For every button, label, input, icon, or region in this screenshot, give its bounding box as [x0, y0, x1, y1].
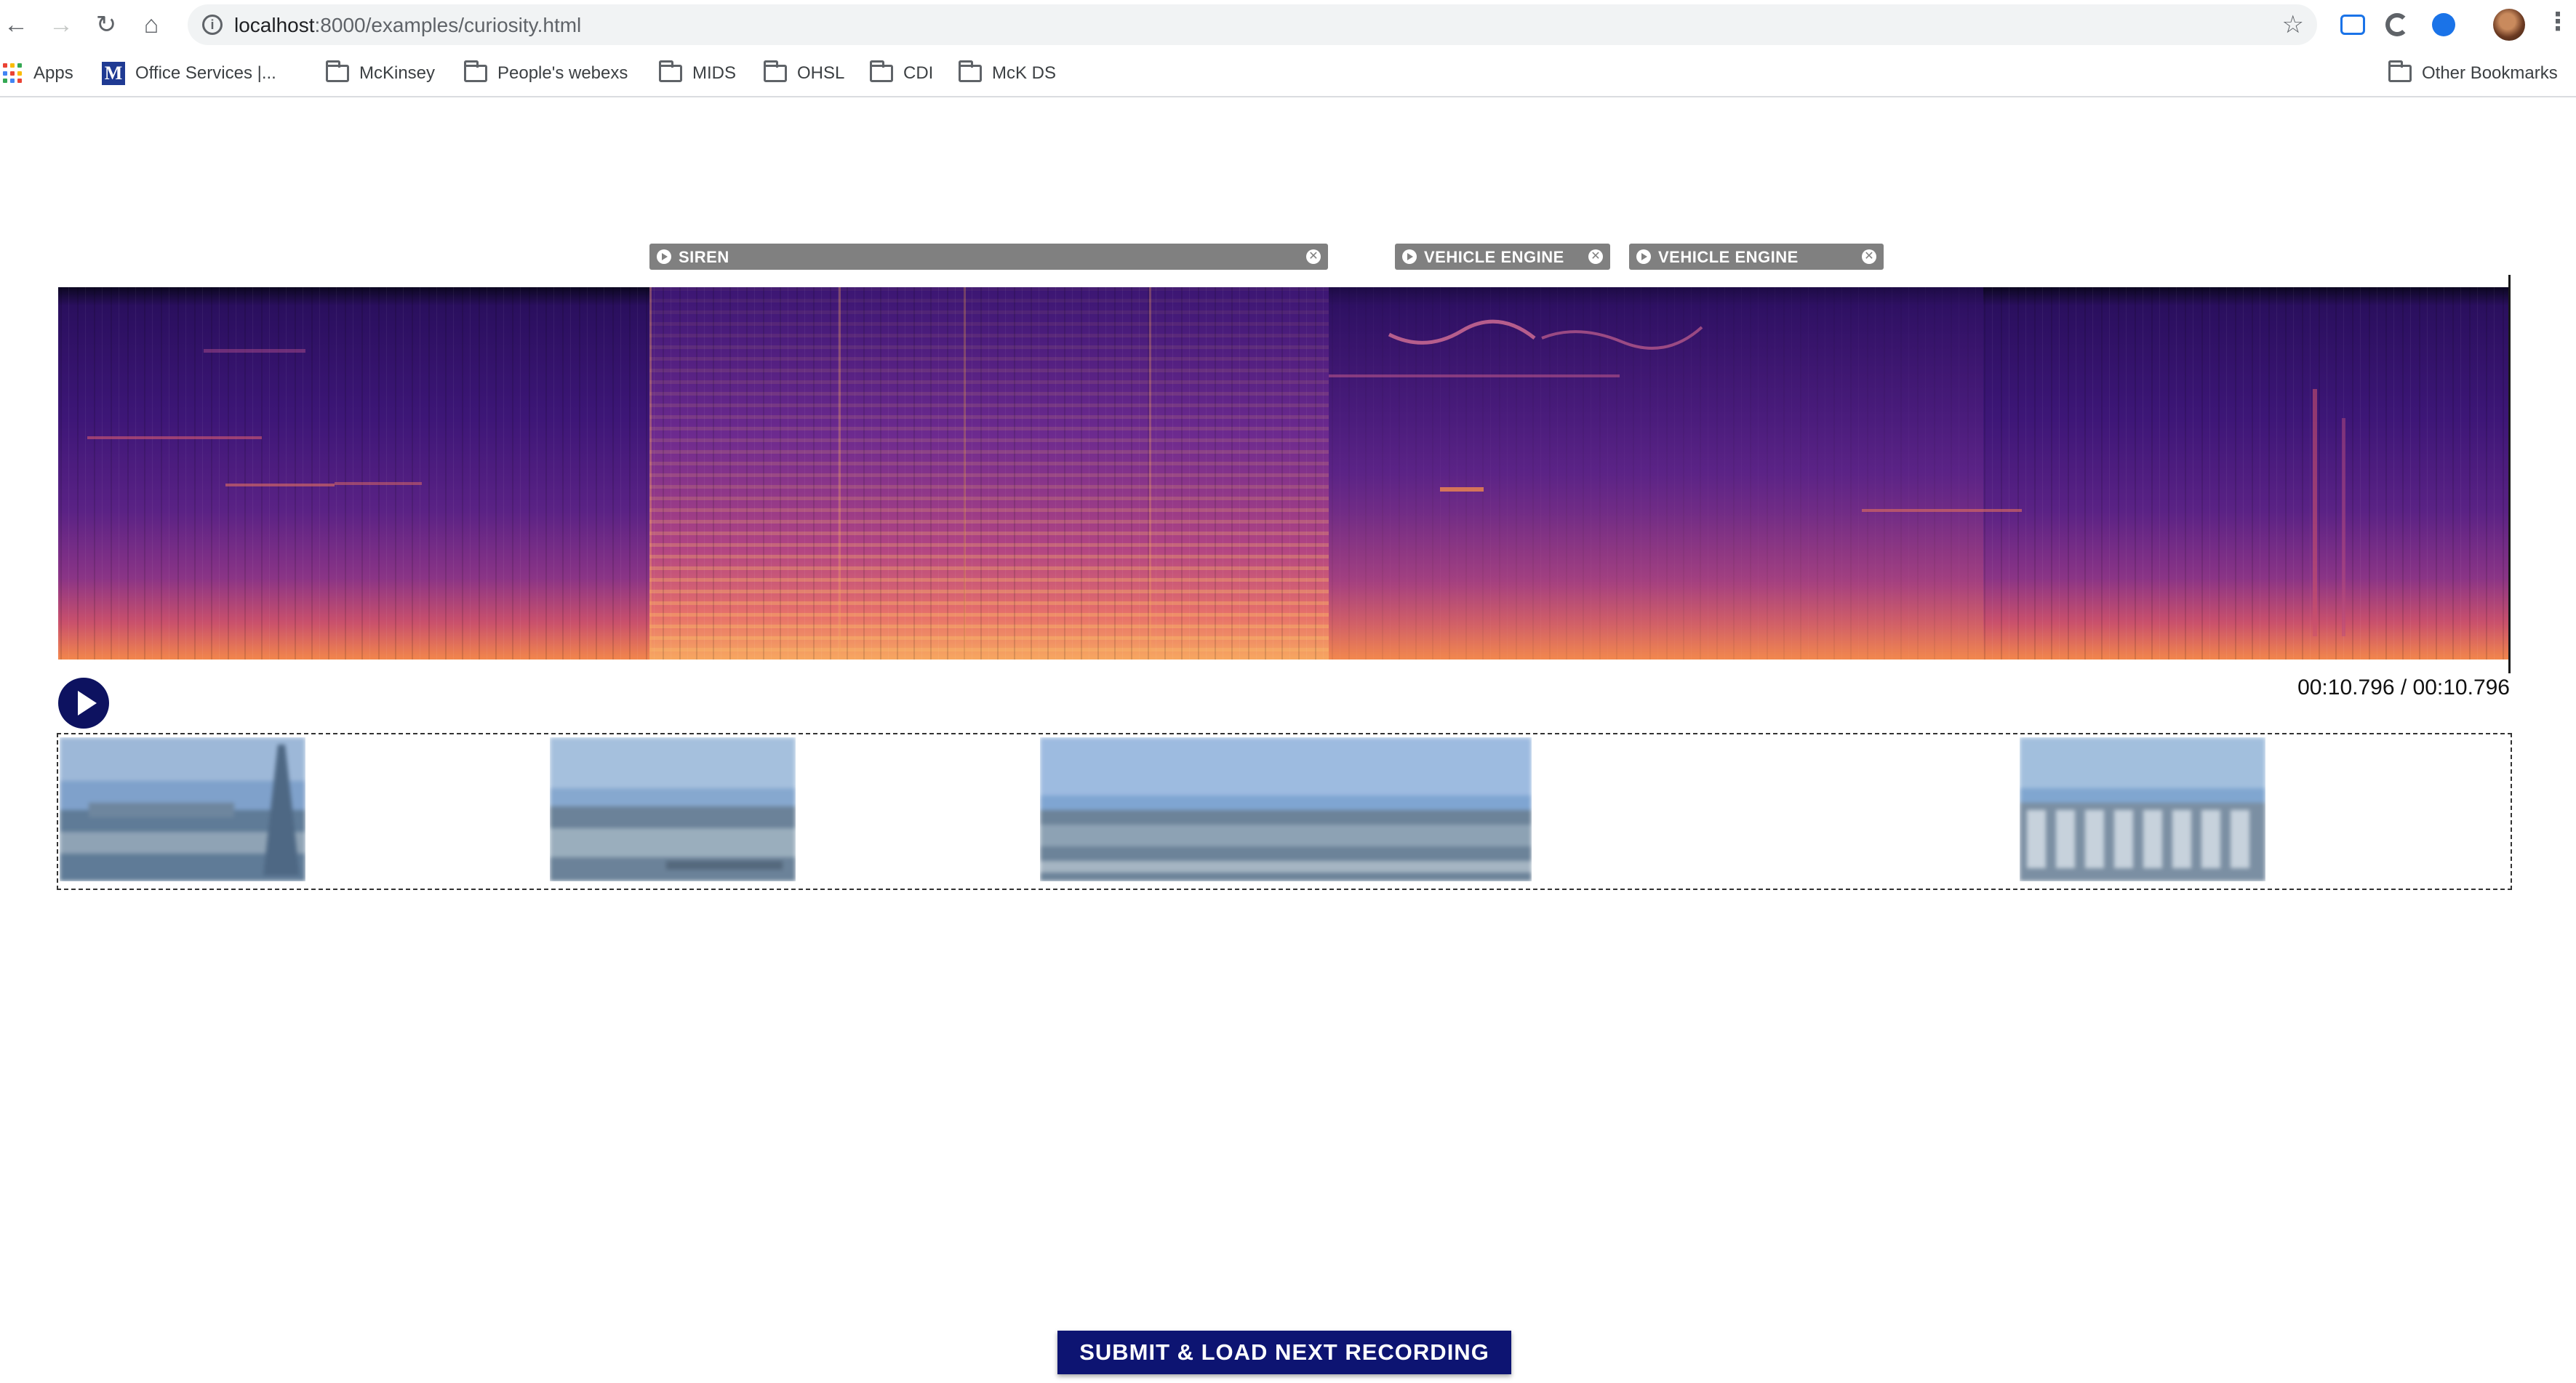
- folder-icon: [326, 60, 349, 82]
- annotation-tag-siren[interactable]: SIREN ✕: [649, 244, 1328, 270]
- url-path: :8000/examples/curiosity.html: [314, 14, 582, 36]
- bookmark-cdi[interactable]: CDI: [870, 60, 933, 87]
- bookmark-label: People's webexs: [497, 63, 628, 83]
- back-arrow-icon[interactable]: ←: [0, 9, 32, 41]
- extension-translate-icon[interactable]: [2340, 15, 2365, 35]
- bookmark-other-bookmarks[interactable]: Other Bookmarks: [2388, 60, 2558, 87]
- tag-label: VEHICLE ENGINE: [1658, 248, 1799, 266]
- submit-load-next-button[interactable]: SUBMIT & LOAD NEXT RECORDING: [1057, 1331, 1511, 1374]
- tag-label: SIREN: [679, 248, 729, 266]
- browser-menu-icon[interactable]: ⋮: [2545, 7, 2570, 36]
- bookmark-label: CDI: [903, 63, 934, 83]
- folder-icon: [764, 60, 787, 82]
- video-frame-thumbnail[interactable]: [550, 737, 796, 881]
- forward-arrow-icon[interactable]: →: [45, 9, 77, 41]
- bookmarks-bar: Apps M Office Services |... McKinsey Peo…: [0, 49, 2576, 97]
- close-tag-icon[interactable]: ✕: [1588, 249, 1603, 264]
- bookmark-label: Office Services |...: [135, 63, 276, 83]
- close-tag-icon[interactable]: ✕: [1862, 249, 1876, 264]
- site-info-icon[interactable]: i: [202, 15, 223, 35]
- bookmark-label: Apps: [33, 63, 73, 83]
- annotation-tag-vehicle-engine[interactable]: VEHICLE ENGINE ✕: [1395, 244, 1610, 270]
- annotation-tag-vehicle-engine[interactable]: VEHICLE ENGINE ✕: [1629, 244, 1884, 270]
- apps-grid-icon: [3, 63, 23, 84]
- folder-icon: [959, 60, 982, 82]
- bookmark-office-services[interactable]: M Office Services |...: [102, 60, 276, 87]
- extension-sync-icon[interactable]: [2385, 13, 2409, 36]
- spectrogram[interactable]: [58, 287, 2509, 660]
- folder-icon: [870, 60, 893, 82]
- bookmark-mckinsey[interactable]: McKinsey: [326, 60, 435, 87]
- video-frame-thumbnail[interactable]: [1040, 737, 1532, 881]
- bookmark-apps[interactable]: Apps: [3, 60, 73, 87]
- tag-label: VEHICLE ENGINE: [1424, 248, 1564, 266]
- bookmark-label: MIDS: [692, 63, 736, 83]
- playhead-cursor[interactable]: [2508, 275, 2511, 673]
- video-frame-thumbnail[interactable]: [2020, 737, 2265, 881]
- folder-icon: [2388, 60, 2412, 82]
- close-tag-icon[interactable]: ✕: [1306, 249, 1321, 264]
- bookmark-label: Other Bookmarks: [2422, 63, 2558, 83]
- url-host: localhost: [234, 14, 315, 36]
- reload-icon[interactable]: ↻: [90, 9, 122, 41]
- folder-icon: [659, 60, 682, 82]
- bookmark-star-icon[interactable]: ☆: [2282, 10, 2304, 39]
- play-tag-icon[interactable]: [1402, 249, 1417, 264]
- home-icon[interactable]: ⌂: [135, 9, 167, 41]
- play-button[interactable]: [58, 678, 109, 729]
- bookmark-mck-ds[interactable]: McK DS: [959, 60, 1056, 87]
- browser-toolbar: ← → ↻ ⌂ i localhost:8000/examples/curios…: [0, 0, 2576, 49]
- play-tag-icon[interactable]: [657, 249, 671, 264]
- profile-avatar[interactable]: [2493, 9, 2525, 41]
- mckinsey-logo-icon: M: [102, 62, 125, 85]
- bookmark-ohsl[interactable]: OHSL: [764, 60, 844, 87]
- extension-compass-icon[interactable]: [2432, 13, 2455, 36]
- bookmark-mids[interactable]: MIDS: [659, 60, 736, 87]
- address-url[interactable]: localhost:8000/examples/curiosity.html: [234, 14, 581, 37]
- play-tag-icon[interactable]: [1636, 249, 1651, 264]
- folder-icon: [464, 60, 487, 82]
- video-frame-thumbnail[interactable]: [60, 737, 305, 881]
- bookmark-label: McKinsey: [359, 63, 436, 83]
- bookmark-peoples-webexs[interactable]: People's webexs: [464, 60, 628, 87]
- playback-time: 00:10.796 / 00:10.796: [2297, 676, 2510, 699]
- bookmark-label: McK DS: [992, 63, 1057, 83]
- bookmark-label: OHSL: [797, 63, 845, 83]
- video-frames-strip: [57, 733, 2512, 890]
- address-bar[interactable]: i localhost:8000/examples/curiosity.html…: [188, 4, 2317, 45]
